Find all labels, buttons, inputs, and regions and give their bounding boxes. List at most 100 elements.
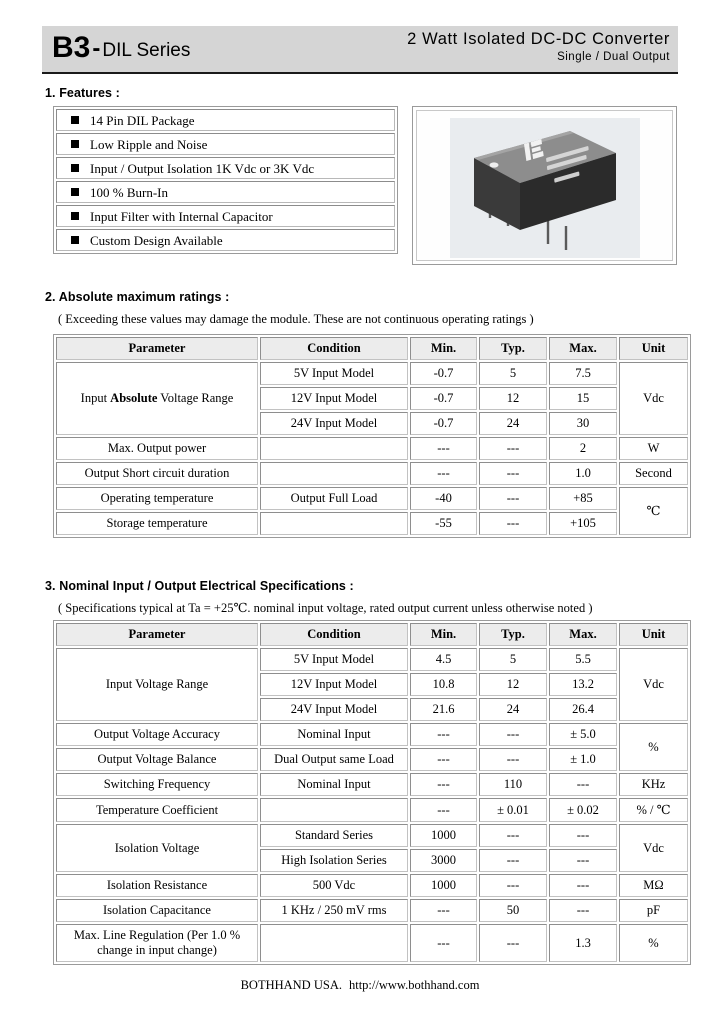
table-row: Max. Output power --- --- 2 W xyxy=(56,437,688,460)
cell-condition: 500 Vdc xyxy=(260,874,408,897)
cell-unit: % xyxy=(619,723,688,771)
cell-typ: 12 xyxy=(479,673,547,696)
cell-max: 1.3 xyxy=(549,924,617,962)
cell-condition: 5V Input Model xyxy=(260,648,408,671)
cell-min: --- xyxy=(410,798,477,822)
cell-parameter: Max. Line Regulation (Per 1.0 % change i… xyxy=(56,924,258,962)
cell-unit: ℃ xyxy=(619,487,688,535)
table-row: Operating temperature Output Full Load -40… xyxy=(56,487,688,535)
cell-max: ± 5.0 xyxy=(549,723,617,746)
model-name: B3 xyxy=(52,31,91,64)
cell-min: 3000 xyxy=(410,849,477,872)
col-min: Min. xyxy=(410,623,477,646)
col-condition: Condition xyxy=(260,623,408,646)
cell-parameter: Isolation Resistance xyxy=(56,874,258,897)
cell-typ: ± 0.01 xyxy=(479,798,547,822)
table-row: Temperature Coefficient --- ± 0.01 ± 0.02% … xyxy=(56,798,688,822)
nominal-specs-heading: 3. Nominal Input / Output Electrical Spe… xyxy=(45,579,354,593)
cell-condition: 1 KHz / 250 mV rms xyxy=(260,899,408,922)
feature-label: Input Filter with Internal Capacitor xyxy=(90,209,273,224)
col-condition: Condition xyxy=(260,337,408,360)
cell-min: -0.7 xyxy=(410,362,477,385)
cell-parameter: Max. Output power xyxy=(56,437,258,460)
cell-typ: 24 xyxy=(479,698,547,721)
cell-condition: 5V Input Model xyxy=(260,362,408,385)
feature-label: Custom Design Available xyxy=(90,233,223,248)
cell-max: ± 0.02 xyxy=(549,798,617,822)
cell-condition: Standard Series xyxy=(260,824,408,847)
cell-parameter: Output Voltage Accuracy xyxy=(56,723,258,746)
page-header: B3- DIL Series 2 Watt Isolated DC-DC Conv… xyxy=(42,26,678,74)
cell-min: -0.7 xyxy=(410,387,477,410)
page-footer: BOTHHAND USA. http://www.bothhand.com xyxy=(0,978,720,993)
cell-parameter: Output Voltage Balance xyxy=(56,748,258,771)
datasheet-page: B3- DIL Series 2 Watt Isolated DC-DC Conv… xyxy=(0,0,720,1012)
nominal-specs-note: ( Specifications typical at Ta = +25℃. n… xyxy=(58,601,593,615)
cell-unit: KHz xyxy=(619,773,688,796)
cell-condition: Dual Output same Load xyxy=(260,748,408,771)
feature-label: 14 Pin DIL Package xyxy=(90,113,195,128)
col-typ: Typ. xyxy=(479,623,547,646)
cell-min: --- xyxy=(410,723,477,746)
cell-unit: W xyxy=(619,437,688,460)
cell-min: --- xyxy=(410,462,477,485)
header-description: 2 Watt Isolated DC-DC Converter Single /… xyxy=(407,30,670,64)
feature-item: Input / Output Isolation 1K Vdc or 3K Vd… xyxy=(56,157,395,179)
emphasis: Absolute xyxy=(110,391,158,405)
feature-label: Low Ripple and Noise xyxy=(90,137,208,152)
header-product-id: B3- DIL Series xyxy=(52,31,190,65)
cell-min: -40 xyxy=(410,487,477,510)
feature-item: Custom Design Available xyxy=(56,229,395,251)
cell-max: 1.0 xyxy=(549,462,617,485)
features-list: 14 Pin DIL Package Low Ripple and Noise In… xyxy=(53,106,398,254)
cell-min: 21.6 xyxy=(410,698,477,721)
cell-max: 26.4 xyxy=(549,698,617,721)
cell-typ: 24 xyxy=(479,412,547,435)
table-head: Parameter Condition Min. Typ. Max. Unit xyxy=(56,337,688,360)
cell-max: ± 1.0 xyxy=(549,748,617,771)
cell-condition xyxy=(260,798,408,822)
cell-max: --- xyxy=(549,874,617,897)
cell-min: 1000 xyxy=(410,824,477,847)
cell-parameter: Isolation Capacitance xyxy=(56,899,258,922)
cell-max: 30 xyxy=(549,412,617,435)
cell-parameter: Storage temperature xyxy=(56,512,258,535)
cell-condition xyxy=(260,924,408,962)
table-header-row: Parameter Condition Min. Typ. Max. Unit xyxy=(56,623,688,646)
cell-typ: 5 xyxy=(479,362,547,385)
table-row: Output Voltage Balance Dual Output same L… xyxy=(56,748,688,771)
cell-unit: Vdc xyxy=(619,824,688,872)
bullet-square-icon xyxy=(71,236,79,244)
cell-max: --- xyxy=(549,899,617,922)
bullet-square-icon xyxy=(71,116,79,124)
footer-url[interactable]: http://www.bothhand.com xyxy=(349,978,479,992)
table-row: Isolation Resistance 500 Vdc 1000 --- --- MΩ xyxy=(56,874,688,897)
col-max: Max. xyxy=(549,337,617,360)
bullet-square-icon xyxy=(71,188,79,196)
col-min: Min. xyxy=(410,337,477,360)
cell-typ: --- xyxy=(479,824,547,847)
table-header-row: Parameter Condition Min. Typ. Max. Unit xyxy=(56,337,688,360)
cell-typ: 110 xyxy=(479,773,547,796)
model-dash: - xyxy=(92,35,101,62)
table-row: Storage temperature -55 --- +105 xyxy=(56,512,688,535)
bullet-square-icon xyxy=(71,212,79,220)
table-row: Output Short circuit duration --- --- 1.0 Se… xyxy=(56,462,688,485)
cell-typ: --- xyxy=(479,874,547,897)
table-row: Isolation Capacitance 1 KHz / 250 mV rms -… xyxy=(56,899,688,922)
cell-unit: % xyxy=(619,924,688,962)
cell-typ: --- xyxy=(479,512,547,535)
cell-unit: MΩ xyxy=(619,874,688,897)
cell-max: 7.5 xyxy=(549,362,617,385)
table-row: Switching Frequency Nominal Input --- 110 --… xyxy=(56,773,688,796)
cell-typ: 12 xyxy=(479,387,547,410)
cell-max: 2 xyxy=(549,437,617,460)
cell-parameter: Switching Frequency xyxy=(56,773,258,796)
nominal-electrical-specifications-table: Parameter Condition Min. Typ. Max. Unit … xyxy=(53,620,691,965)
table-row: Isolation Voltage Standard Series 1000 --- -… xyxy=(56,824,688,872)
cell-max: +85 xyxy=(549,487,617,510)
product-photo-svg xyxy=(450,118,640,258)
col-typ: Typ. xyxy=(479,337,547,360)
product-image-panel xyxy=(412,106,677,265)
cell-condition: 12V Input Model xyxy=(260,673,408,696)
